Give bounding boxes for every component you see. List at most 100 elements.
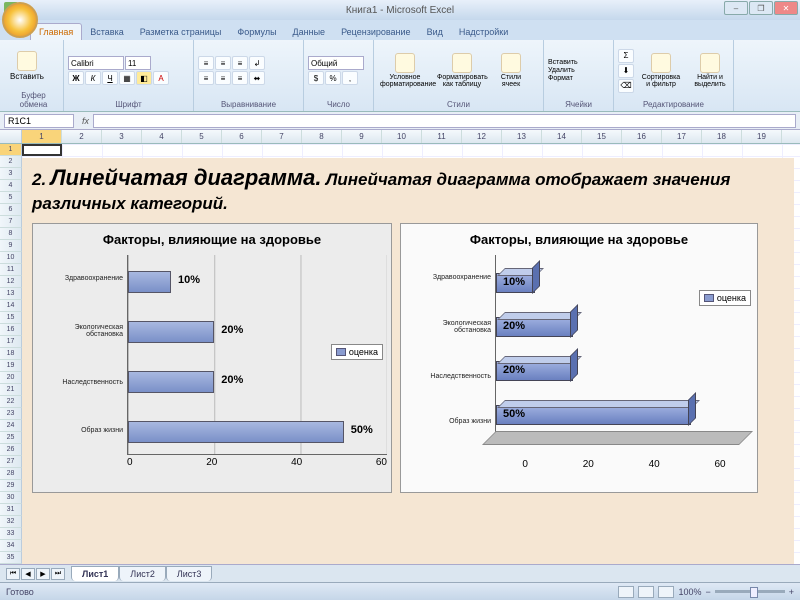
active-cell[interactable] bbox=[22, 144, 62, 156]
tab-insert[interactable]: Вставка bbox=[82, 24, 131, 40]
sheet-area[interactable]: 1234567891011121314151617181920212223242… bbox=[0, 144, 800, 564]
col-header[interactable]: 4 bbox=[142, 130, 182, 143]
tab-view[interactable]: Вид bbox=[419, 24, 451, 40]
row-header[interactable]: 24 bbox=[0, 420, 22, 432]
row-header[interactable]: 4 bbox=[0, 180, 22, 192]
select-all-corner[interactable] bbox=[0, 130, 22, 143]
row-header[interactable]: 25 bbox=[0, 432, 22, 444]
insert-cells-button[interactable]: Вставить bbox=[548, 59, 578, 66]
cond-format-button[interactable]: Условное форматирование bbox=[378, 51, 432, 90]
row-header[interactable]: 22 bbox=[0, 396, 22, 408]
clear-button[interactable]: ⌫ bbox=[618, 79, 634, 93]
row-header[interactable]: 29 bbox=[0, 480, 22, 492]
autosum-button[interactable]: Σ bbox=[618, 49, 634, 63]
col-header[interactable]: 9 bbox=[342, 130, 382, 143]
row-header[interactable]: 1 bbox=[0, 144, 22, 156]
row-header[interactable]: 17 bbox=[0, 336, 22, 348]
tab-nav-next[interactable]: ▶ bbox=[36, 568, 50, 580]
zoom-slider[interactable] bbox=[715, 590, 785, 593]
view-normal-button[interactable] bbox=[618, 586, 634, 598]
align-left-button[interactable]: ≡ bbox=[198, 71, 214, 85]
col-header[interactable]: 14 bbox=[542, 130, 582, 143]
row-header[interactable]: 15 bbox=[0, 312, 22, 324]
tab-nav-first[interactable]: ⏮ bbox=[6, 568, 20, 580]
currency-button[interactable]: $ bbox=[308, 71, 324, 85]
tab-review[interactable]: Рецензирование bbox=[333, 24, 419, 40]
view-break-button[interactable] bbox=[658, 586, 674, 598]
col-header[interactable]: 8 bbox=[302, 130, 342, 143]
office-button[interactable] bbox=[2, 2, 38, 38]
close-button[interactable]: ✕ bbox=[774, 1, 798, 15]
tab-nav-last[interactable]: ⏭ bbox=[51, 568, 65, 580]
sheet-tab-2[interactable]: Лист2 bbox=[119, 566, 166, 581]
row-header[interactable]: 5 bbox=[0, 192, 22, 204]
zoom-out-button[interactable]: − bbox=[705, 587, 710, 597]
col-header[interactable]: 12 bbox=[462, 130, 502, 143]
minimize-button[interactable]: – bbox=[724, 1, 748, 15]
format-table-button[interactable]: Форматировать как таблицу bbox=[435, 51, 489, 90]
align-right-button[interactable]: ≡ bbox=[232, 71, 248, 85]
number-format-combo[interactable]: Общий bbox=[308, 56, 364, 70]
fx-button[interactable]: fx bbox=[78, 116, 93, 126]
row-header[interactable]: 6 bbox=[0, 204, 22, 216]
font-size-combo[interactable]: 11 bbox=[125, 56, 151, 70]
row-header[interactable]: 9 bbox=[0, 240, 22, 252]
tab-nav-prev[interactable]: ◀ bbox=[21, 568, 35, 580]
row-header[interactable]: 13 bbox=[0, 288, 22, 300]
percent-button[interactable]: % bbox=[325, 71, 341, 85]
formula-input[interactable] bbox=[93, 114, 796, 128]
tab-formulas[interactable]: Формулы bbox=[229, 24, 284, 40]
find-select-button[interactable]: Найти и выделить bbox=[688, 51, 732, 90]
row-header[interactable]: 32 bbox=[0, 516, 22, 528]
tab-addins[interactable]: Надстройки bbox=[451, 24, 516, 40]
align-center-button[interactable]: ≡ bbox=[215, 71, 231, 85]
fill-color-button[interactable]: ◧ bbox=[136, 71, 152, 85]
row-header[interactable]: 11 bbox=[0, 264, 22, 276]
fill-button[interactable]: ⬇ bbox=[618, 64, 634, 78]
sheet-tab-3[interactable]: Лист3 bbox=[166, 566, 213, 581]
wrap-button[interactable]: ↲ bbox=[249, 56, 265, 70]
delete-cells-button[interactable]: Удалить bbox=[548, 67, 575, 74]
cell-styles-button[interactable]: Стили ячеек bbox=[492, 51, 530, 90]
bold-button[interactable]: Ж bbox=[68, 71, 84, 85]
sheet-tab-1[interactable]: Лист1 bbox=[71, 566, 119, 581]
italic-button[interactable]: К bbox=[85, 71, 101, 85]
col-header[interactable]: 18 bbox=[702, 130, 742, 143]
row-header[interactable]: 14 bbox=[0, 300, 22, 312]
row-header[interactable]: 7 bbox=[0, 216, 22, 228]
col-header[interactable]: 11 bbox=[422, 130, 462, 143]
border-button[interactable]: ▦ bbox=[119, 71, 135, 85]
row-header[interactable]: 3 bbox=[0, 168, 22, 180]
col-header[interactable]: 15 bbox=[582, 130, 622, 143]
col-header[interactable]: 5 bbox=[182, 130, 222, 143]
row-header[interactable]: 8 bbox=[0, 228, 22, 240]
col-header[interactable]: 19 bbox=[742, 130, 782, 143]
col-header[interactable]: 7 bbox=[262, 130, 302, 143]
row-header[interactable]: 10 bbox=[0, 252, 22, 264]
format-cells-button[interactable]: Формат bbox=[548, 75, 573, 82]
tab-layout[interactable]: Разметка страницы bbox=[132, 24, 230, 40]
col-header[interactable]: 2 bbox=[62, 130, 102, 143]
row-header[interactable]: 21 bbox=[0, 384, 22, 396]
row-header[interactable]: 19 bbox=[0, 360, 22, 372]
merge-button[interactable]: ⬌ bbox=[249, 71, 265, 85]
sort-filter-button[interactable]: Сортировка и фильтр bbox=[637, 51, 685, 90]
col-header[interactable]: 13 bbox=[502, 130, 542, 143]
maximize-button[interactable]: ❐ bbox=[749, 1, 773, 15]
row-header[interactable]: 2 bbox=[0, 156, 22, 168]
col-header[interactable]: 17 bbox=[662, 130, 702, 143]
name-box[interactable] bbox=[4, 114, 74, 128]
row-header[interactable]: 34 bbox=[0, 540, 22, 552]
col-header[interactable]: 10 bbox=[382, 130, 422, 143]
row-header[interactable]: 35 bbox=[0, 552, 22, 564]
row-header[interactable]: 12 bbox=[0, 276, 22, 288]
row-header[interactable]: 33 bbox=[0, 528, 22, 540]
col-header[interactable]: 16 bbox=[622, 130, 662, 143]
tab-home[interactable]: Главная bbox=[30, 23, 82, 40]
col-header[interactable]: 1 bbox=[22, 130, 62, 143]
align-top-button[interactable]: ≡ bbox=[198, 56, 214, 70]
align-bot-button[interactable]: ≡ bbox=[232, 56, 248, 70]
zoom-in-button[interactable]: + bbox=[789, 587, 794, 597]
row-header[interactable]: 16 bbox=[0, 324, 22, 336]
row-header[interactable]: 18 bbox=[0, 348, 22, 360]
